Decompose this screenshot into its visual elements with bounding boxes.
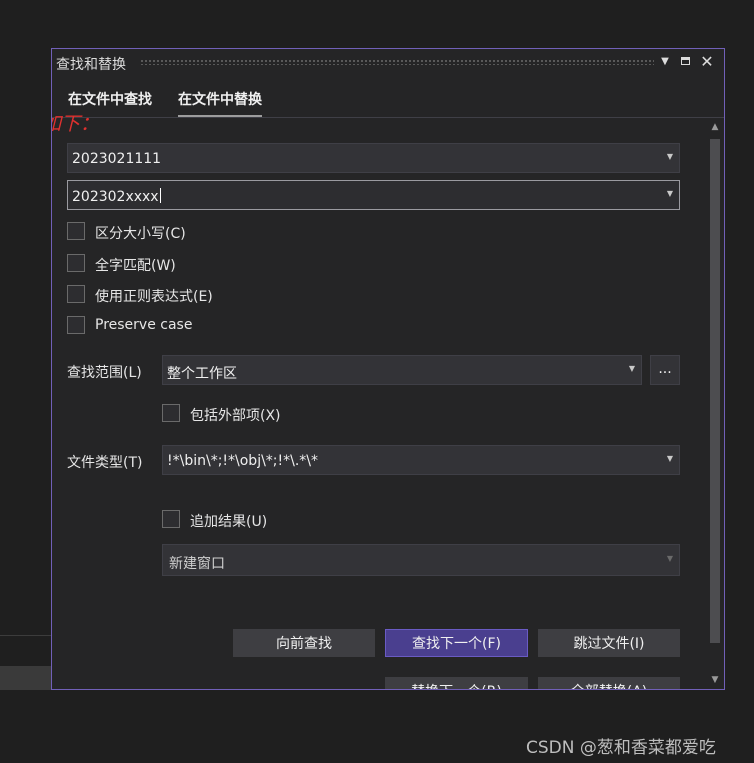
result-window-combo: 新建窗口 ▼ — [162, 544, 680, 576]
replace-with-combo[interactable]: 202302xxxx ▼ — [67, 180, 680, 210]
browse-button[interactable]: ... — [650, 355, 680, 385]
vertical-scrollbar[interactable]: ▲ ▼ — [707, 117, 723, 689]
skip-file-button[interactable]: 跳过文件(I) — [538, 629, 680, 657]
watermark-text: CSDN @葱和香菜都爱吃 — [526, 738, 716, 758]
file-types-combo[interactable]: !*\bin\*;!*\obj\*;!*\.*\* ▼ — [162, 445, 680, 475]
look-in-value: 整个工作区 — [167, 366, 237, 382]
scroll-up-icon[interactable]: ▲ — [710, 122, 720, 132]
maximize-icon[interactable] — [676, 52, 694, 72]
drag-grip[interactable] — [140, 59, 654, 65]
text-caret — [159, 188, 161, 203]
whole-word-checkbox[interactable] — [67, 254, 85, 272]
replace-with-input-wrap[interactable]: 202302xxxx — [72, 188, 161, 205]
handwritten-annotation: 如下： — [52, 113, 100, 135]
include-external-label: 包括外部项(X) — [190, 408, 281, 424]
find-next-button[interactable]: 查找下一个(F) — [385, 629, 528, 657]
tab-bar: 在文件中查找 在文件中替换 — [52, 85, 724, 118]
append-results-checkbox[interactable] — [162, 510, 180, 528]
scroll-down-icon[interactable]: ▼ — [710, 675, 720, 685]
preserve-case-label: Preserve case — [95, 317, 193, 333]
find-previous-button[interactable]: 向前查找 — [233, 629, 375, 657]
dialog-title: 查找和替换 — [56, 57, 126, 73]
background-divider — [0, 635, 52, 636]
replace-next-button[interactable]: 替换下一个(R) — [385, 677, 528, 689]
match-case-checkbox[interactable] — [67, 222, 85, 240]
dropdown-icon[interactable]: ▼ — [656, 52, 674, 72]
find-replace-dialog: 查找和替换 ▼ ✕ 在文件中查找 在文件中替换 如下： 2023021111 ▼… — [51, 48, 725, 690]
chevron-down-icon: ▼ — [666, 554, 674, 563]
include-external-checkbox[interactable] — [162, 404, 180, 422]
chevron-down-icon[interactable]: ▼ — [627, 364, 637, 373]
regex-label: 使用正则表达式(E) — [95, 289, 213, 305]
chevron-down-icon[interactable]: ▼ — [665, 454, 675, 463]
file-types-input[interactable]: !*\bin\*;!*\obj\*;!*\.*\* — [167, 453, 318, 469]
tab-replace-in-files[interactable]: 在文件中替换 — [178, 89, 262, 117]
find-what-combo[interactable]: 2023021111 ▼ — [67, 143, 680, 173]
look-in-label: 查找范围(L) — [67, 365, 142, 381]
background-panel-bar — [0, 666, 52, 690]
whole-word-label: 全字匹配(W) — [95, 258, 176, 274]
find-what-input[interactable]: 2023021111 — [72, 151, 161, 167]
replace-with-input[interactable]: 202302xxxx — [72, 189, 159, 205]
scrollbar-thumb[interactable] — [710, 139, 720, 643]
file-types-label: 文件类型(T) — [67, 455, 143, 471]
preserve-case-checkbox[interactable] — [67, 316, 85, 334]
match-case-label: 区分大小写(C) — [95, 226, 186, 242]
dialog-titlebar[interactable]: 查找和替换 ▼ ✕ — [52, 49, 724, 75]
look-in-combo[interactable]: 整个工作区 ▼ — [162, 355, 642, 385]
replace-all-button[interactable]: 全部替换(A) — [538, 677, 680, 689]
append-results-label: 追加结果(U) — [190, 514, 268, 530]
close-icon[interactable]: ✕ — [698, 52, 716, 72]
chevron-down-icon[interactable]: ▼ — [665, 189, 675, 198]
chevron-down-icon[interactable]: ▼ — [665, 152, 675, 161]
result-window-value: 新建窗口 — [169, 556, 225, 572]
regex-checkbox[interactable] — [67, 285, 85, 303]
